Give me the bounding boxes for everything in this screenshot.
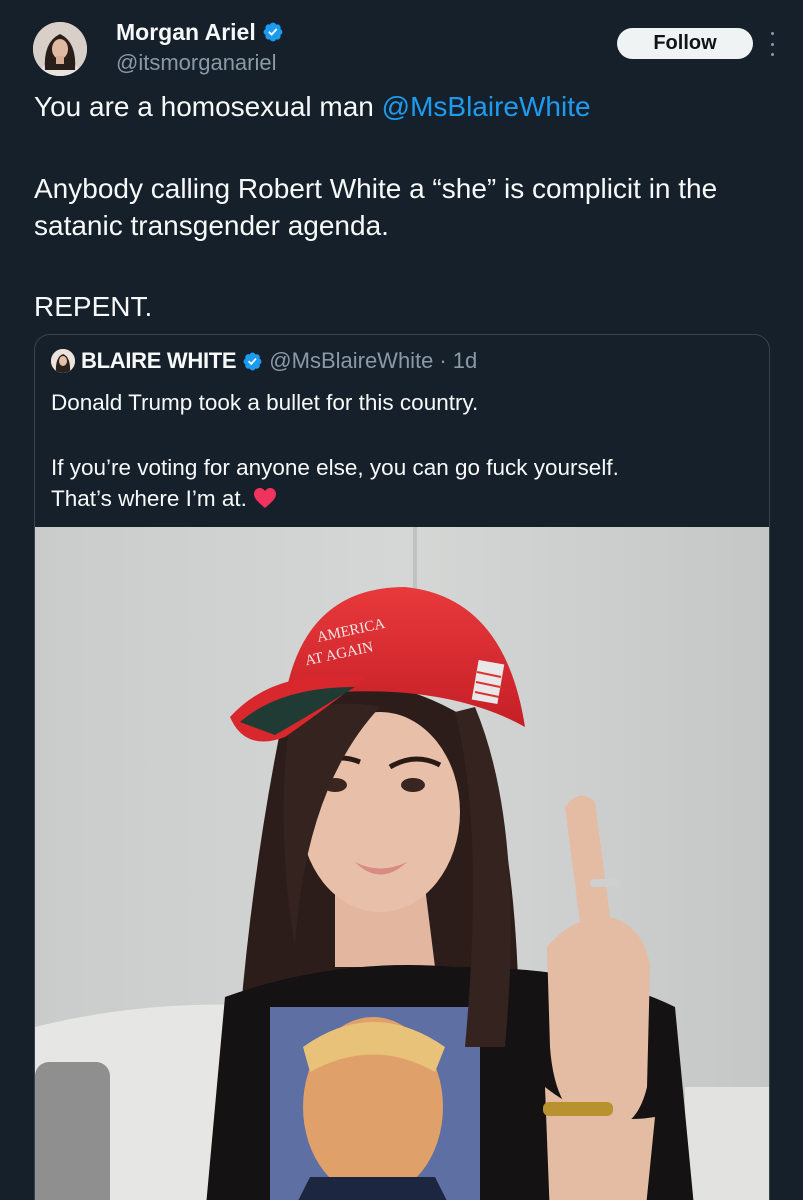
meta-separator: · — [439, 348, 447, 373]
author-avatar[interactable] — [33, 22, 87, 76]
red-heart-icon — [254, 488, 277, 508]
quoted-timestamp[interactable]: 1d — [453, 348, 477, 374]
author-name-row: Morgan Ariel — [116, 17, 284, 47]
quoted-photo[interactable]: AMERICA AT AGAIN — [35, 527, 769, 1200]
quoted-tweet-header: BLAIRE WHITE @MsBlaireWhite · 1d — [51, 347, 477, 375]
quoted-author-avatar[interactable] — [51, 349, 75, 373]
tweet-text: You are a homosexual man — [34, 91, 382, 122]
mention-link[interactable]: @MsBlaireWhite — [382, 91, 591, 122]
tweet-view: Morgan Ariel @itsmorganariel Follow You … — [0, 0, 803, 1200]
quoted-text-line2: If you’re voting for anyone else, you ca… — [51, 455, 619, 480]
tweet-paragraph-2: Anybody calling Robert White a “she” is … — [34, 173, 718, 241]
quoted-text-line1: Donald Trump took a bullet for this coun… — [51, 390, 479, 415]
quoted-author-handle[interactable]: @MsBlaireWhite — [269, 348, 433, 374]
verified-badge-icon — [243, 352, 262, 370]
more-vertical-icon[interactable] — [764, 32, 780, 56]
tweet-text-line1: You are a homosexual man @MsBlaireWhite — [34, 88, 784, 125]
author-handle[interactable]: @itsmorganariel — [116, 50, 277, 76]
verified-badge-icon — [263, 22, 283, 42]
quoted-author-name[interactable]: BLAIRE WHITE — [81, 348, 237, 374]
photo-illustration: AMERICA AT AGAIN — [35, 527, 769, 1200]
quoted-text-line3: That’s where I’m at. — [51, 486, 247, 511]
tweet-paragraph-3: REPENT. — [34, 291, 153, 322]
author-display-name[interactable]: Morgan Ariel — [116, 19, 256, 46]
follow-button[interactable]: Follow — [617, 28, 753, 59]
quoted-tweet-card[interactable]: BLAIRE WHITE @MsBlaireWhite · 1d Donald … — [34, 334, 770, 1200]
quoted-text-line3-row: That’s where I’m at. — [51, 483, 751, 514]
